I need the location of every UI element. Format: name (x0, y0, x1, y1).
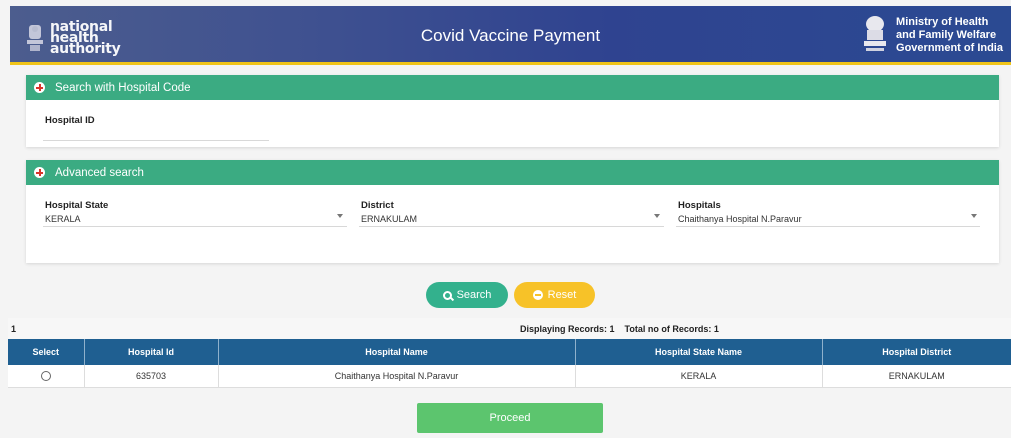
app-header: national health authority Covid Vaccine … (10, 6, 1011, 65)
column-header-hospital-name: Hospital Name (218, 339, 576, 365)
ministry-text: Ministry of Health and Family Welfare Go… (896, 16, 1003, 55)
hospital-id-underline (43, 140, 269, 141)
advanced-search-panel: Advanced search Hospital State KERALA Di… (26, 160, 999, 263)
hospital-id-label: Hospital ID (45, 115, 95, 126)
select-cell (8, 365, 85, 388)
hospital-code-panel-title: Search with Hospital Code (55, 81, 191, 94)
search-icon (442, 290, 452, 300)
district-select[interactable]: ERNAKULAM (361, 214, 661, 224)
hospital-code-panel: Search with Hospital Code Hospital ID (26, 75, 999, 147)
records-bar: 1 Displaying Records: 1 Total no of Reco… (8, 318, 1011, 339)
hospitals-select[interactable]: Chaithanya Hospital N.Paravur (678, 214, 973, 224)
records-info: Displaying Records: 1 Total no of Record… (520, 324, 719, 334)
ministry-logo: Ministry of Health and Family Welfare Go… (860, 12, 1003, 58)
column-header-state: Hospital State Name (575, 339, 823, 365)
chevron-down-icon[interactable] (971, 214, 977, 218)
ministry-line: Ministry of Health (896, 15, 989, 28)
hospital-name-cell: Chaithanya Hospital N.Paravur (218, 365, 576, 388)
minus-circle-icon (532, 290, 543, 300)
page-number[interactable]: 1 (11, 324, 16, 334)
ministry-line: Government of India (896, 41, 1003, 54)
hospitals-underline (676, 226, 980, 227)
column-header-district: Hospital District (822, 339, 1011, 365)
column-header-hospital-id: Hospital Id (84, 339, 219, 365)
advanced-search-panel-title: Advanced search (55, 166, 144, 179)
hospital-code-panel-header[interactable]: Search with Hospital Code (26, 75, 999, 100)
hospital-id-cell: 635703 (84, 365, 219, 388)
reset-button-label: Reset (547, 289, 577, 301)
expand-plus-icon[interactable] (34, 167, 45, 178)
hospitals-label: Hospitals (678, 200, 721, 211)
table-header-row: Select Hospital Id Hospital Name Hospita… (8, 339, 1011, 365)
ministry-line: and Family Welfare (896, 28, 997, 41)
hospital-id-input[interactable] (45, 130, 269, 140)
district-cell: ERNAKULAM (822, 365, 1011, 388)
chevron-down-icon[interactable] (654, 214, 660, 218)
column-header-select: Select (8, 339, 85, 365)
reset-button[interactable]: Reset (514, 282, 595, 308)
hospital-state-underline (43, 226, 347, 227)
search-button[interactable]: Search (426, 282, 508, 308)
search-button-label: Search (456, 289, 492, 301)
state-cell: KERALA (575, 365, 823, 388)
proceed-button[interactable]: Proceed (417, 403, 603, 433)
hospital-state-select[interactable]: KERALA (45, 214, 345, 224)
ashoka-emblem-icon (864, 16, 887, 51)
advanced-search-panel-header[interactable]: Advanced search (26, 160, 999, 185)
table-row[interactable]: 635703 Chaithanya Hospital N.Paravur KER… (8, 365, 1011, 388)
chevron-down-icon[interactable] (337, 214, 343, 218)
select-radio[interactable] (40, 371, 51, 382)
results-table: Select Hospital Id Hospital Name Hospita… (8, 339, 1011, 388)
district-label: District (361, 200, 394, 211)
expand-plus-icon[interactable] (34, 82, 45, 93)
hospital-state-label: Hospital State (45, 200, 109, 211)
district-underline (359, 226, 664, 227)
